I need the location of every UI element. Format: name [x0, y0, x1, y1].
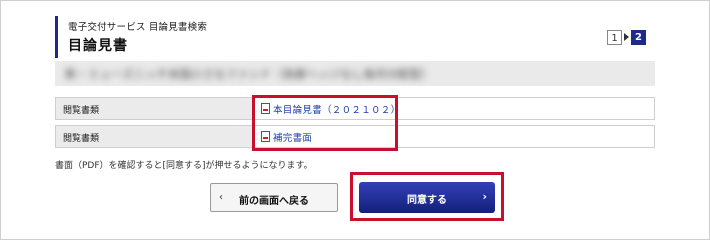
chevron-right-icon: › — [482, 190, 487, 203]
document-row-label-cell: 閲覧書類 — [56, 126, 254, 147]
agree-button-label: 同意する — [407, 195, 447, 206]
step-1: 1 — [607, 30, 622, 45]
document-row-label-cell: 閲覧書類 — [56, 98, 254, 119]
agree-button[interactable]: 同意する › — [359, 182, 495, 213]
step-2-current: 2 — [631, 30, 646, 45]
header-accent-bar — [55, 16, 58, 58]
document-links-highlight — [252, 95, 398, 151]
instruction-note: 書面（PDF）を確認すると[同意する]が押せるようになります。 — [55, 161, 313, 171]
fund-name-bar: 新・ミューズニッチ米国小さなファンド（為替ヘッジなし毎月分配型） — [55, 61, 655, 86]
page-title: 目論見書 — [68, 38, 128, 54]
fund-name: 新・ミューズニッチ米国小さなファンド（為替ヘッジなし毎月分配型） — [65, 67, 433, 81]
back-button[interactable]: ‹ 前の画面へ戻る — [210, 183, 338, 212]
document-row-label: 閲覧書類 — [63, 134, 100, 144]
header-subtitle: 電子交付サービス 目論見書検索 — [68, 22, 208, 33]
back-button-label: 前の画面へ戻る — [239, 196, 309, 207]
page-header: 電子交付サービス 目論見書検索 目論見書 — [55, 16, 655, 58]
document-row-label: 閲覧書類 — [63, 106, 100, 116]
step-arrow-icon — [624, 33, 629, 41]
